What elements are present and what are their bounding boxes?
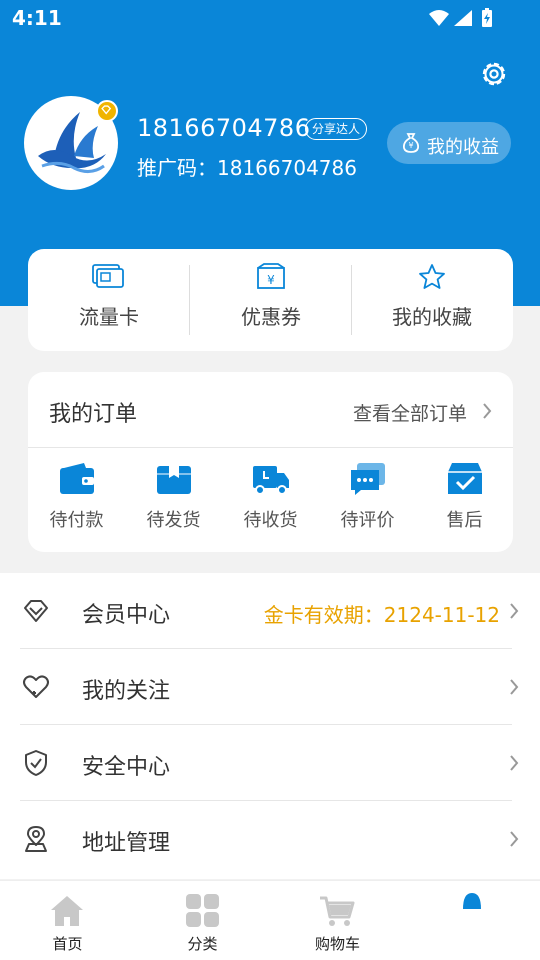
bottom-tab-bar: 首页 分类 购物车 bbox=[0, 880, 540, 960]
order-status-after-sales[interactable]: 售后 bbox=[416, 462, 513, 542]
order-status-label: 待收货 bbox=[243, 510, 298, 531]
chevron-right-icon bbox=[510, 603, 519, 619]
money-bag-icon: ¥ bbox=[402, 133, 420, 153]
chevron-right-icon bbox=[510, 755, 519, 771]
signal-icon bbox=[454, 10, 472, 26]
quick-link-label: 我的收藏 bbox=[392, 305, 472, 329]
tab-cart[interactable]: 购物车 bbox=[270, 881, 405, 960]
order-status-pending-review[interactable]: 待评价 bbox=[319, 462, 416, 542]
svg-text:¥: ¥ bbox=[408, 141, 413, 150]
shield-icon bbox=[25, 750, 47, 776]
heart-icon bbox=[23, 675, 49, 698]
tab-label: 分类 bbox=[187, 935, 218, 953]
chevron-right-icon bbox=[510, 831, 519, 847]
vip-diamond-icon bbox=[96, 100, 118, 122]
chevron-right-icon bbox=[510, 679, 519, 695]
quick-link-favorites[interactable]: 我的收藏 bbox=[351, 249, 513, 351]
status-bar: 4:11 bbox=[0, 0, 540, 36]
menu-item-label: 我的关注 bbox=[82, 679, 171, 704]
membership-expiry: 金卡有效期：2124-11-12 bbox=[263, 603, 500, 627]
menu-item-label: 地址管理 bbox=[82, 831, 171, 856]
wifi-icon bbox=[429, 10, 449, 26]
quick-link-label: 流量卡 bbox=[79, 305, 139, 329]
diamond-icon bbox=[24, 600, 48, 622]
wallet-icon bbox=[60, 463, 94, 494]
share-badge: 分享达人 bbox=[305, 118, 368, 140]
tab-categories[interactable]: 分类 bbox=[135, 881, 270, 960]
quick-links-card: 流量卡 ¥ 优惠券 我的收藏 bbox=[28, 249, 513, 351]
star-icon bbox=[419, 264, 445, 289]
order-status-label: 售后 bbox=[446, 510, 483, 531]
order-status-label: 待评价 bbox=[340, 510, 395, 531]
order-status-label: 待发货 bbox=[146, 510, 201, 531]
quick-link-label: 优惠券 bbox=[241, 305, 301, 329]
tab-label: 首页 bbox=[52, 935, 83, 953]
svg-text:¥: ¥ bbox=[267, 273, 275, 287]
home-icon bbox=[51, 896, 83, 926]
view-all-orders-link[interactable]: 查看全部订单 bbox=[353, 399, 467, 426]
aftersale-icon bbox=[448, 463, 482, 494]
user-phone: 18166704786 bbox=[137, 114, 311, 142]
tab-label: 购物车 bbox=[314, 935, 360, 953]
orders-title: 我的订单 bbox=[49, 402, 138, 427]
tab-profile[interactable] bbox=[405, 881, 540, 960]
cart-icon bbox=[320, 896, 355, 926]
menu-item-follows[interactable]: 我的关注 bbox=[0, 649, 540, 725]
settings-gear-icon[interactable] bbox=[478, 58, 510, 90]
order-status-pending-shipment[interactable]: 待发货 bbox=[125, 462, 222, 542]
menu-list: 会员中心 金卡有效期：2124-11-12 我的关注 安全中心 地址管理 bbox=[0, 573, 540, 879]
quick-link-coupons[interactable]: ¥ 优惠券 bbox=[190, 249, 352, 351]
chat-icon bbox=[351, 463, 385, 495]
menu-item-label: 安全中心 bbox=[82, 755, 171, 780]
orders-card: 我的订单 查看全部订单 待付款 待发货 待收货 待评价 售后 bbox=[28, 372, 513, 552]
quick-link-data-card[interactable]: 流量卡 bbox=[28, 249, 190, 351]
profile-icon bbox=[463, 893, 481, 909]
status-time: 4:11 bbox=[12, 6, 62, 30]
status-icons bbox=[429, 8, 492, 27]
menu-item-addresses[interactable]: 地址管理 bbox=[0, 801, 540, 877]
promo-code: 推广码：18166704786 bbox=[137, 156, 357, 180]
earnings-button[interactable]: ¥ 我的收益 bbox=[387, 122, 511, 164]
order-status-label: 待付款 bbox=[49, 510, 104, 531]
chevron-right-icon[interactable] bbox=[481, 401, 493, 421]
menu-item-label: 会员中心 bbox=[82, 603, 171, 628]
divider bbox=[28, 447, 513, 448]
tab-home[interactable]: 首页 bbox=[0, 881, 135, 960]
truck-icon bbox=[253, 466, 289, 495]
menu-item-security[interactable]: 安全中心 bbox=[0, 725, 540, 801]
box-icon bbox=[157, 466, 191, 494]
earnings-label: 我的收益 bbox=[427, 137, 499, 158]
grid-icon bbox=[186, 894, 219, 927]
menu-item-membership[interactable]: 会员中心 金卡有效期：2124-11-12 bbox=[0, 573, 540, 649]
order-status-pending-payment[interactable]: 待付款 bbox=[28, 462, 125, 542]
sim-card-icon bbox=[92, 264, 124, 288]
order-status-pending-receipt[interactable]: 待收货 bbox=[222, 462, 319, 542]
coupon-icon: ¥ bbox=[257, 263, 285, 289]
location-icon bbox=[25, 826, 47, 852]
